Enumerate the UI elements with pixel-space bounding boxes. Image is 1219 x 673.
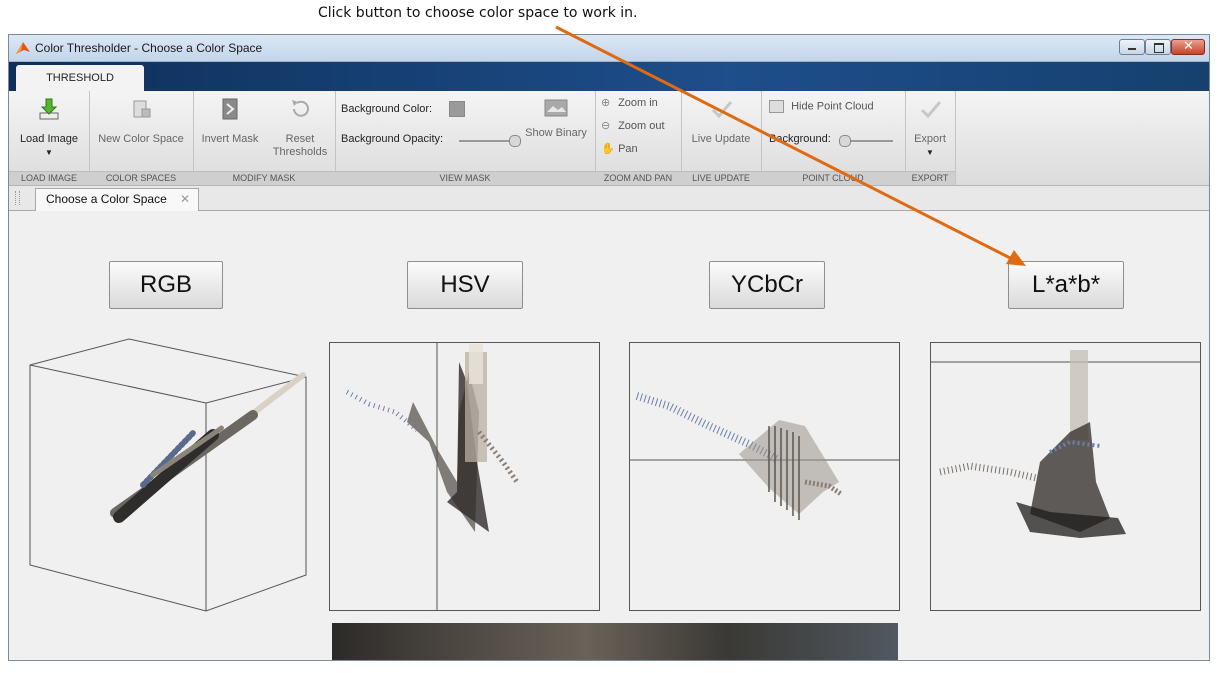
ribbon: Load Image ▼ LOAD IMAGE New Color Space … — [9, 91, 1209, 186]
image-preview — [332, 623, 898, 660]
close-icon: ✕ — [1183, 39, 1194, 54]
thresholds-label: Thresholds — [272, 146, 328, 158]
section-modify-mask: Invert Mask Reset Thresholds MODIFY MASK — [193, 91, 336, 185]
hide-point-cloud-label: Hide Point Cloud — [791, 100, 874, 113]
ycbcr-point-cloud[interactable] — [629, 342, 901, 612]
export-button[interactable]: Export ▼ — [907, 97, 953, 159]
tab-close-icon[interactable]: ✕ — [180, 189, 190, 209]
tab-threshold[interactable]: THRESHOLD — [16, 65, 144, 91]
export-dropdown-icon: ▼ — [926, 148, 934, 157]
show-binary-button[interactable]: Show Binary — [521, 97, 591, 140]
new-color-space-label: New Color Space — [98, 133, 184, 145]
pan-button[interactable]: ✋ Pan — [601, 142, 638, 155]
zoom-in-icon: ⊕ — [601, 97, 611, 109]
hsv-point-cloud[interactable] — [329, 342, 601, 612]
maximize-icon — [1154, 43, 1164, 53]
invert-mask-label: Invert Mask — [201, 133, 259, 145]
toolstrip-tabs: THRESHOLD — [9, 62, 1209, 91]
background-color-swatch-icon[interactable] — [449, 101, 465, 117]
document-tabs: Choose a Color Space ✕ — [9, 186, 1209, 211]
load-image-button[interactable]: Load Image ▼ — [13, 97, 85, 159]
pan-icon: ✋ — [601, 143, 615, 155]
invert-mask-icon — [222, 98, 238, 120]
new-color-space-icon — [133, 100, 151, 118]
section-label-live-update: LIVE UPDATE — [681, 171, 761, 185]
live-update-label: Live Update — [691, 133, 751, 145]
section-label-export: EXPORT — [905, 171, 955, 185]
color-space-chooser: RGB HSV YCbCr L*a*b* — [9, 211, 1209, 660]
reset-label: Reset — [285, 133, 315, 145]
matlab-logo-icon — [16, 42, 30, 54]
section-label-modify-mask: MODIFY MASK — [193, 171, 335, 185]
load-image-icon — [39, 98, 59, 120]
section-label-color-spaces: COLOR SPACES — [89, 171, 193, 185]
rgb-button[interactable]: RGB — [109, 261, 223, 309]
background-opacity-knob[interactable] — [509, 135, 521, 147]
zoom-in-button[interactable]: ⊕ Zoom in — [601, 96, 658, 109]
reset-thresholds-icon — [292, 100, 309, 117]
section-zoom-and-pan: ⊕ Zoom in ⊖ Zoom out ✋ Pan ZOOM AND PAN — [595, 91, 682, 185]
minimize-button[interactable] — [1119, 39, 1145, 55]
close-button[interactable]: ✕ — [1171, 39, 1205, 55]
lab-point-cloud[interactable] — [930, 342, 1202, 612]
hide-point-cloud-icon — [769, 100, 784, 113]
callout-text: Click button to choose color space to wo… — [318, 5, 638, 21]
section-export: Export ▼ EXPORT — [905, 91, 956, 185]
background-color-label: Background Color: — [341, 103, 433, 115]
rgb-point-cloud[interactable] — [23, 335, 313, 615]
background-opacity-label: Background Opacity: — [341, 133, 444, 145]
section-point-cloud: Hide Point Cloud Background: POINT CLOUD — [761, 91, 906, 185]
section-label-view-mask: VIEW MASK — [335, 171, 595, 185]
window-title: Color Thresholder - Choose a Color Space — [35, 41, 263, 55]
zoom-out-icon: ⊖ — [601, 120, 611, 132]
load-image-label: Load Image — [19, 133, 79, 145]
live-update-icon — [711, 101, 733, 119]
invert-mask-button[interactable]: Invert Mask — [199, 97, 261, 146]
section-label-point-cloud: POINT CLOUD — [761, 171, 905, 185]
ycbcr-button[interactable]: YCbCr — [709, 261, 825, 309]
zoom-out-button[interactable]: ⊖ Zoom out — [601, 119, 665, 132]
app-window: Color Thresholder - Choose a Color Space… — [8, 34, 1210, 661]
background-knob[interactable] — [839, 135, 851, 147]
zoom-out-label: Zoom out — [618, 120, 665, 132]
minimize-icon — [1128, 48, 1136, 50]
section-view-mask: Background Color: Background Opacity: Sh… — [335, 91, 596, 185]
live-update-button[interactable]: Live Update — [683, 97, 759, 146]
reset-thresholds-button[interactable]: Reset Thresholds — [269, 97, 331, 159]
section-color-spaces: New Color Space COLOR SPACES — [89, 91, 194, 185]
show-binary-icon — [544, 99, 568, 117]
pan-label: Pan — [618, 143, 638, 155]
section-load-image: Load Image ▼ LOAD IMAGE — [9, 91, 90, 185]
zoom-in-label: Zoom in — [618, 97, 658, 109]
section-label-load-image: LOAD IMAGE — [9, 171, 89, 185]
section-label-zoom-and-pan: ZOOM AND PAN — [595, 171, 681, 185]
title-bar: Color Thresholder - Choose a Color Space… — [9, 35, 1209, 62]
tab-choose-color-space[interactable]: Choose a Color Space ✕ — [35, 188, 199, 211]
hsv-button[interactable]: HSV — [407, 261, 523, 309]
export-icon — [920, 101, 942, 119]
new-color-space-button[interactable]: New Color Space — [91, 97, 191, 146]
load-image-dropdown-icon: ▼ — [45, 148, 53, 157]
hide-point-cloud-button[interactable]: Hide Point Cloud — [769, 100, 874, 113]
maximize-button[interactable] — [1145, 39, 1171, 55]
background-label: Background: — [769, 133, 831, 145]
section-live-update: Live Update LIVE UPDATE — [681, 91, 762, 185]
lab-button[interactable]: L*a*b* — [1008, 261, 1124, 309]
tab-grip — [15, 191, 20, 205]
tab-label: Choose a Color Space — [46, 192, 167, 206]
export-label: Export — [914, 133, 946, 145]
show-binary-label: Show Binary — [525, 127, 587, 139]
